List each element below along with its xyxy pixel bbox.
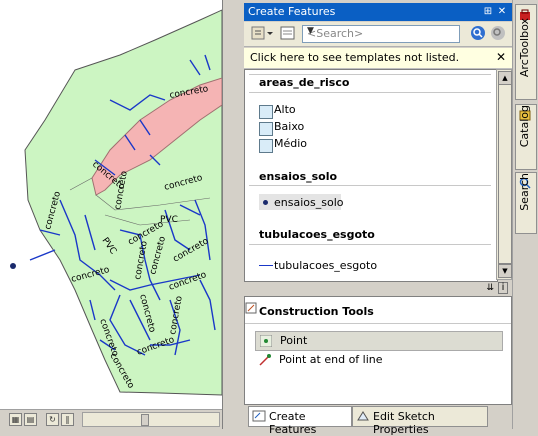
divider: [249, 185, 491, 186]
search-input[interactable]: <Search> ▼: [302, 25, 460, 43]
construction-tools-icon: [245, 302, 257, 314]
divider: [249, 74, 491, 75]
template-item[interactable]: tubulacoes_esgoto: [274, 259, 377, 272]
collapse-icon[interactable]: ⇊: [486, 283, 494, 293]
dock-tab-search[interactable]: Search: [515, 172, 537, 234]
tool-point[interactable]: Point: [255, 331, 503, 351]
polygon-swatch-icon: [259, 122, 273, 136]
template-item[interactable]: Baixo: [274, 120, 304, 133]
template-list-scrollbar[interactable]: ▲ ▼: [496, 69, 512, 280]
template-item[interactable]: Médio: [274, 137, 307, 150]
scroll-thumb[interactable]: [498, 84, 512, 264]
divider: [249, 244, 491, 245]
pause-icon[interactable]: ‖: [61, 413, 74, 426]
layout-view-icon[interactable]: ▦: [9, 413, 22, 426]
tool-point-at-end-of-line[interactable]: Point at end of line: [255, 351, 501, 369]
scroll-up-icon[interactable]: ▲: [498, 71, 512, 85]
template-item[interactable]: ensaios_solo: [274, 196, 343, 209]
dock-tab-catalog[interactable]: Catalog: [515, 104, 537, 170]
template-item[interactable]: Alto: [274, 103, 296, 116]
panel-splitter[interactable]: ⇊ i: [244, 282, 512, 296]
close-icon[interactable]: ✕: [496, 50, 506, 64]
divider: [245, 323, 511, 324]
map-canvas[interactable]: concreto concreto concreto concreto conc…: [0, 0, 222, 409]
construction-tools-panel: Construction Tools Point Point at end of…: [244, 296, 512, 405]
close-icon[interactable]: ✕: [496, 5, 508, 18]
divider: [249, 92, 491, 93]
map-horizontal-scrollbar[interactable]: [82, 412, 220, 427]
refresh-icon[interactable]: ↻: [46, 413, 59, 426]
tab-create-features[interactable]: Create Features: [248, 406, 352, 436]
sample-point[interactable]: [10, 263, 16, 269]
templates-notice-bar[interactable]: Click here to see templates not listed. …: [244, 48, 512, 69]
search-icon[interactable]: [470, 25, 486, 41]
dock-tab-arctoolbox[interactable]: ArcToolbox: [515, 4, 537, 100]
scroll-down-icon[interactable]: ▼: [498, 264, 512, 278]
polygon-swatch-icon: [259, 105, 273, 119]
point-symbol-icon: [263, 200, 268, 205]
map-vertical-scrollbar[interactable]: [222, 0, 245, 429]
group-header: tubulacoes_esgoto: [259, 228, 375, 241]
right-dock: ArcToolbox Catalog Search: [512, 0, 538, 429]
pin-icon[interactable]: ⊞: [482, 5, 494, 18]
tab-edit-sketch-properties[interactable]: Edit Sketch Properties: [352, 406, 488, 436]
panel-title-bar[interactable]: Create Features ⊞ ✕: [244, 3, 512, 21]
organize-templates-button[interactable]: [250, 25, 274, 41]
line-symbol-icon: [259, 265, 273, 266]
panel-toolbar: <Search> ▼: [244, 22, 512, 47]
point-tool-icon: [259, 334, 273, 348]
clear-search-icon[interactable]: [490, 25, 506, 41]
group-header: ensaios_solo: [259, 170, 338, 183]
panel-tabs: Create Features Edit Sketch Properties: [244, 405, 512, 436]
group-header: areas_de_risco: [259, 76, 350, 89]
scroll-thumb[interactable]: [141, 414, 149, 426]
construction-tools-title: Construction Tools: [259, 305, 374, 318]
panel-title: Create Features: [248, 5, 336, 18]
map-drawing: concreto concreto concreto concreto conc…: [10, 9, 222, 396]
point-end-line-icon: [259, 354, 271, 366]
chevron-down-icon[interactable]: ▼: [307, 26, 457, 36]
data-view-icon[interactable]: ▤: [24, 413, 37, 426]
template-properties-button[interactable]: [280, 25, 296, 41]
info-icon[interactable]: i: [498, 282, 508, 294]
template-list: areas_de_risco Alto Baixo Médio ensaios_…: [244, 69, 498, 282]
polygon-swatch-icon: [259, 139, 273, 153]
